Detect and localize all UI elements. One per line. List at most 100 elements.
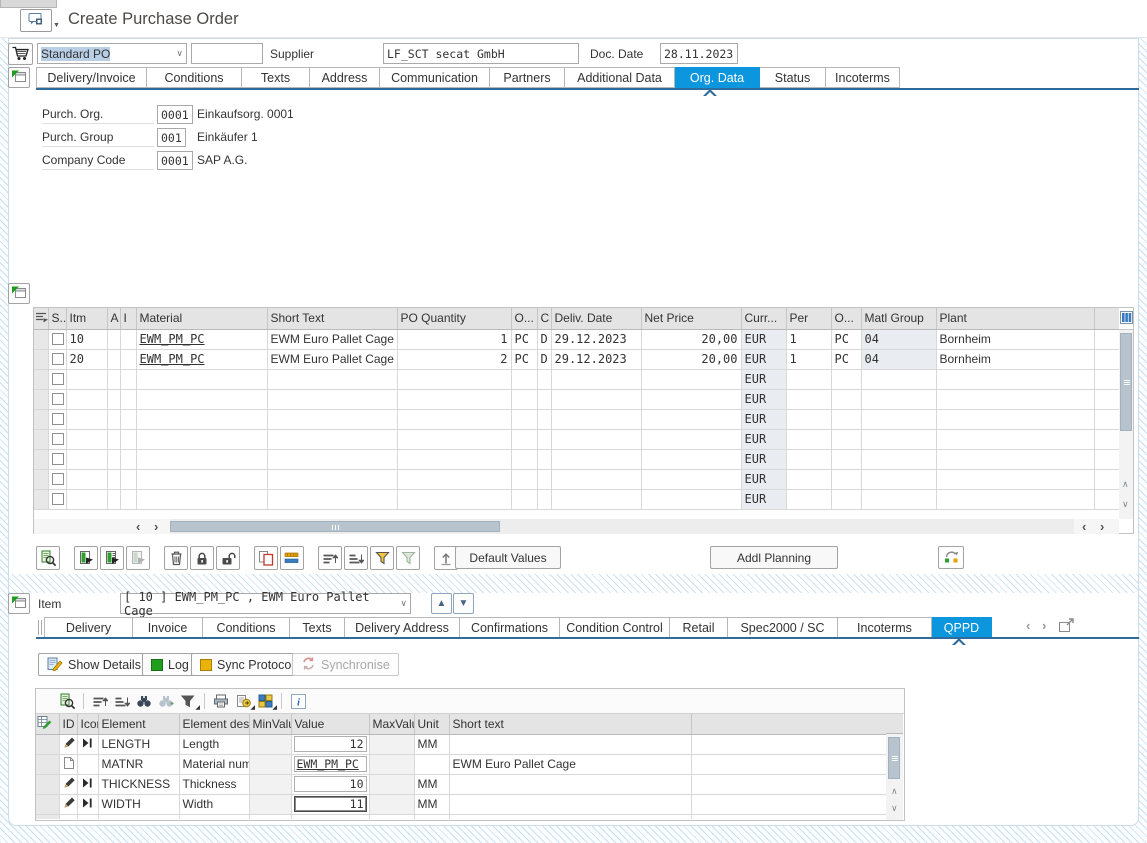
doc-date-input[interactable]: 28.11.2023 [660,43,738,64]
cell-value[interactable]: 10 [291,774,369,794]
row-selector[interactable] [34,369,48,389]
column-header[interactable]: I [120,308,136,329]
tab-scroll-left-icon[interactable]: ‹ [1026,619,1030,632]
item-tab-incoterms[interactable]: Incoterms [838,617,932,638]
item-tab-delivery[interactable]: Delivery [44,617,133,638]
row-checkbox[interactable] [52,373,64,385]
filter-menu-button[interactable]: ◢ [177,691,199,711]
po-number-input[interactable] [191,43,263,64]
row-selector[interactable] [34,489,48,509]
org-field-input[interactable]: 0001 [157,151,193,170]
table-corner-header[interactable] [34,308,48,329]
scroll-right2-icon[interactable]: › [1100,520,1104,533]
column-header[interactable]: Material [136,308,267,329]
qppd-row-selector[interactable] [36,734,59,754]
services-dropdown-arrow-icon[interactable]: ▼ [53,22,60,29]
tab-delivery-invoice[interactable]: Delivery/Invoice [36,67,147,88]
show-details-button[interactable]: Show Details [38,653,150,676]
services-for-object-button[interactable] [20,9,52,32]
item-tab-delivery-address[interactable]: Delivery Address [345,617,460,638]
row-selector[interactable] [34,469,48,489]
item-tab-confirmations[interactable]: Confirmations [460,617,560,638]
filter-button[interactable] [370,546,394,570]
cell-material[interactable]: EWM_PM_PC [136,349,267,369]
item-details-disabled-button[interactable] [126,546,150,570]
row-checkbox[interactable] [52,433,64,445]
find-button[interactable] [133,691,155,711]
column-header[interactable]: Per [786,308,831,329]
tab-scroll-right-icon[interactable]: › [1042,619,1046,632]
delete-button[interactable] [164,546,188,570]
po-type-combobox[interactable]: Standard PO ∨ [37,43,187,64]
cell-material[interactable]: EWM_PM_PC [136,329,267,349]
column-header[interactable]: Itm [66,308,107,329]
sort-desc-button[interactable] [111,691,133,711]
cell-id[interactable] [59,794,77,814]
scroll-left-icon[interactable]: ‹ [136,520,140,533]
tab-additional-data[interactable]: Additional Data [565,67,675,88]
tab-incoterms[interactable]: Incoterms [826,67,900,88]
row-selector[interactable] [34,429,48,449]
swap-view-button[interactable] [938,546,964,569]
unlock-button[interactable] [216,546,240,570]
item-tab-condition-control[interactable]: Condition Control [560,617,670,638]
sort-asc-button[interactable] [318,546,342,570]
detail-button[interactable] [56,691,78,711]
hscroll-thumb[interactable] [170,521,500,532]
item-details-button[interactable] [74,546,98,570]
export-menu-button[interactable]: ◢ [232,691,254,711]
row-checkbox[interactable] [52,413,64,425]
column-header[interactable]: PO Quantity [397,308,511,329]
tab-org-data[interactable]: Org. Data [675,67,760,88]
qppd-column-header[interactable]: Element designa [179,714,249,734]
cell-id[interactable] [59,754,77,774]
qppd-corner-header[interactable] [36,714,59,734]
collapse-overview-button[interactable] [8,283,30,304]
org-field-input[interactable]: 001 [157,128,186,147]
schedule-button[interactable] [280,546,304,570]
collapse-item-button[interactable] [8,593,30,614]
column-header[interactable]: Deliv. Date [551,308,641,329]
default-values-button[interactable]: Default Values [455,546,561,569]
item-tab-conditions[interactable]: Conditions [203,617,290,638]
column-header[interactable]: O... [831,308,861,329]
row-checkbox[interactable] [52,473,64,485]
qppd-scroll-down-icon[interactable]: ∨ [891,804,898,813]
previous-item-button[interactable]: ▲ [431,593,452,614]
item-select-combobox[interactable]: [ 10 ] EWM_PM_PC , EWM Euro Pallet Cage … [120,593,411,614]
collapse-header-button[interactable] [8,67,30,88]
cell-value[interactable]: EWM_PM_PC [291,754,369,774]
qppd-column-header[interactable]: Element [98,714,179,734]
row-checkbox[interactable] [52,493,64,505]
cell-value[interactable]: 11 [291,794,369,814]
column-header[interactable]: C [537,308,551,329]
tab-communication[interactable]: Communication [380,67,490,88]
item-tab-qppd[interactable]: QPPD [932,617,992,638]
qppd-row-selector[interactable] [36,774,59,794]
copy-item-button[interactable] [254,546,278,570]
column-header[interactable]: Curr... [741,308,786,329]
row-selector[interactable] [34,349,48,369]
shopping-cart-button[interactable] [8,43,33,65]
cell-id[interactable] [59,734,77,754]
row-checkbox[interactable] [52,453,64,465]
row-selector[interactable] [34,409,48,429]
qppd-scroll-up-icon[interactable]: ∧ [891,787,898,796]
qppd-column-header[interactable]: Unit [414,714,449,734]
filter-create-button[interactable] [396,546,420,570]
item-details-text-button[interactable] [100,546,124,570]
sort-asc-button[interactable] [89,691,111,711]
tab-conditions[interactable]: Conditions [147,67,242,88]
cell-id[interactable] [59,774,77,794]
scroll-down-icon[interactable]: ∨ [1122,500,1129,509]
tab-partners[interactable]: Partners [490,67,565,88]
row-checkbox[interactable] [52,333,64,345]
qppd-column-header[interactable]: Value [291,714,369,734]
qppd-vscrollbar[interactable]: ∧ ∨ [886,734,903,820]
qppd-column-header[interactable]: Icon [77,714,98,734]
print-button[interactable] [210,691,232,711]
tabstrip-grip[interactable] [38,620,42,635]
item-tab-retail[interactable]: Retail [670,617,728,638]
sort-desc-button[interactable] [344,546,368,570]
qppd-row-selector[interactable] [36,794,59,814]
